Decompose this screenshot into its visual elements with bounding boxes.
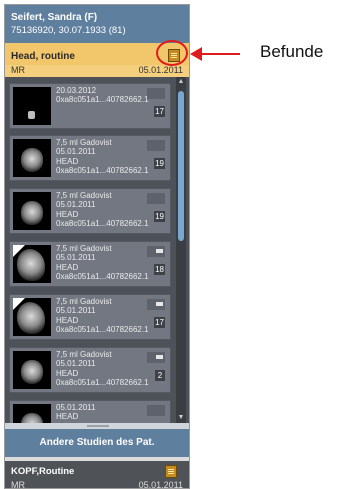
series-thumbnail[interactable] <box>13 351 51 389</box>
image-count-badge: 17 <box>154 317 165 328</box>
series-thumbnail[interactable] <box>13 404 51 423</box>
series-meta: 20.03.2012 0xa8c051a1...40782662.1 <box>56 86 149 105</box>
series-meta-line: 0xa8c051a1...40782662.1 <box>56 378 149 388</box>
series-thumbnail[interactable] <box>13 139 51 177</box>
series-meta-line: HEAD <box>56 315 79 325</box>
series-meta-line: 7,5 ml Gadovist <box>56 244 112 253</box>
series-item[interactable]: 7,5 ml Gadovist 05.01.2011 HEAD 0xa8c051a1.… <box>9 135 171 181</box>
thumbnail-image <box>21 413 43 423</box>
series-meta-line: HEAD <box>56 412 79 422</box>
series-meta-line: HEAD <box>56 209 79 219</box>
series-thumbnail[interactable] <box>13 298 51 336</box>
thumbnail-image <box>21 148 43 172</box>
other-study-date: 05.01.2011 <box>138 480 183 489</box>
study-title: Head, routine <box>11 51 75 62</box>
series-meta: 7,5 ml Gadovist 05.01.2011 HEAD 0xa8c051a1.… <box>56 297 149 335</box>
series-item[interactable]: 7,5 ml Gadovist 05.01.2011 HEAD 0xa8c051a1.… <box>9 347 171 393</box>
series-item[interactable]: 7,5 ml Gadovist 05.01.2011 HEAD 0xa8c051a1.… <box>9 294 171 340</box>
image-count-badge: 19 <box>154 158 165 169</box>
callout-circle <box>156 40 188 66</box>
other-study-modality: MR <box>11 480 25 489</box>
patient-info: 75136920, 30.07.1933 (81) <box>11 25 126 36</box>
series-meta-line: 0xa8c051a1...40782662.1 <box>56 219 149 229</box>
study-browser-panel: Seifert, Sandra (F) 75136920, 30.07.1933… <box>4 4 190 489</box>
study-date: 05.01.2011 <box>138 65 183 75</box>
series-meta-line: 7,5 ml Gadovist <box>56 191 112 200</box>
series-thumbnail[interactable] <box>13 245 51 283</box>
thumbnail-corner-marker <box>13 298 25 310</box>
series-item[interactable]: 05.01.2011HEAD0xa8c051a1...40782662.1 <box>9 400 171 423</box>
series-thumbnail[interactable] <box>13 87 51 125</box>
series-meta-line: 0xa8c051a1...40782662.1 <box>56 272 149 282</box>
series-meta: 7,5 ml Gadovist 05.01.2011 HEAD 0xa8c051a1.… <box>56 350 149 388</box>
callout-arrow-icon <box>190 47 202 61</box>
image-count-badge: 2 <box>155 370 165 381</box>
series-meta: 7,5 ml Gadovist 05.01.2011 HEAD 0xa8c051a1.… <box>56 138 149 176</box>
series-indicator-icon <box>147 299 165 310</box>
series-meta-line: 05.01.2011 <box>56 253 96 263</box>
other-studies-header[interactable]: Andere Studien des Pat. <box>5 429 189 457</box>
series-meta-line: HEAD <box>56 262 79 272</box>
image-count-badge: 19 <box>154 211 165 222</box>
series-meta-line: 0xa8c051a1...40782662.1 <box>56 325 149 335</box>
other-study-item[interactable]: KOPF,Routine MR 05.01.2011 <box>5 461 189 489</box>
series-indicator-icon <box>147 193 165 204</box>
series-indicator-icon <box>147 246 165 257</box>
report-document-icon[interactable] <box>165 465 177 478</box>
scroll-down-icon[interactable]: ▼ <box>176 413 186 423</box>
patient-header[interactable]: Seifert, Sandra (F) 75136920, 30.07.1933… <box>5 5 189 43</box>
series-meta-line: 0xa8c051a1...40782662.1 <box>56 95 149 105</box>
series-meta-line: 05.01.2011 <box>56 147 96 157</box>
series-meta-line: HEAD <box>56 156 79 166</box>
series-meta-line: 05.01.2011 <box>56 359 96 369</box>
series-indicator-icon <box>147 140 165 151</box>
scroll-thumb[interactable] <box>178 91 184 241</box>
series-thumbnail[interactable] <box>13 192 51 230</box>
series-meta-line: 0xa8c051a1...40782662.1 <box>56 166 149 176</box>
series-scrollbar[interactable]: ▲ ▼ <box>176 77 186 423</box>
other-study-title: KOPF,Routine <box>11 466 75 477</box>
series-meta-line: HEAD <box>56 368 79 378</box>
study-subline: MR 05.01.2011 <box>5 65 189 77</box>
series-meta-line: 05.01.2011 <box>56 200 96 210</box>
series-meta-line: 7,5 ml Gadovist <box>56 297 112 306</box>
series-indicator-icon <box>147 405 165 416</box>
patient-name: Seifert, Sandra (F) <box>11 12 98 23</box>
series-meta: 05.01.2011HEAD0xa8c051a1...40782662.1 <box>56 403 149 423</box>
thumbnail-image <box>21 201 43 225</box>
series-meta: 7,5 ml Gadovist 05.01.2011 HEAD 0xa8c051a1.… <box>56 191 149 229</box>
scroll-up-icon[interactable]: ▲ <box>176 77 186 87</box>
series-meta-line: 7,5 ml Gadovist <box>56 350 112 359</box>
splitter-grip-icon[interactable] <box>87 425 109 427</box>
series-list[interactable]: 20.03.2012 0xa8c051a1...40782662.1 17 7,5 m… <box>5 77 189 423</box>
series-meta-line: 05.01.2011 <box>56 403 96 412</box>
series-indicator-icon <box>147 88 165 99</box>
series-meta-line: 05.01.2011 <box>56 306 96 316</box>
image-count-badge: 18 <box>154 264 165 275</box>
image-count-badge: 17 <box>154 106 165 117</box>
series-meta: 7,5 ml Gadovist 05.01.2011 HEAD 0xa8c051a1.… <box>56 244 149 282</box>
series-item[interactable]: 7,5 ml Gadovist 05.01.2011 HEAD 0xa8c051a1.… <box>9 188 171 234</box>
series-meta-line: 7,5 ml Gadovist <box>56 138 112 147</box>
series-item[interactable]: 7,5 ml Gadovist 05.01.2011 HEAD 0xa8c051a1.… <box>9 241 171 287</box>
thumbnail-corner-marker <box>13 245 25 257</box>
callout-label: Befunde <box>260 42 324 61</box>
series-indicator-icon <box>147 352 165 363</box>
study-modality: MR <box>11 65 25 75</box>
series-item[interactable]: 20.03.2012 0xa8c051a1...40782662.1 17 <box>9 83 171 129</box>
thumbnail-image <box>21 360 43 384</box>
series-meta-line: 20.03.2012 <box>56 86 97 95</box>
thumbnail-image <box>28 111 35 119</box>
